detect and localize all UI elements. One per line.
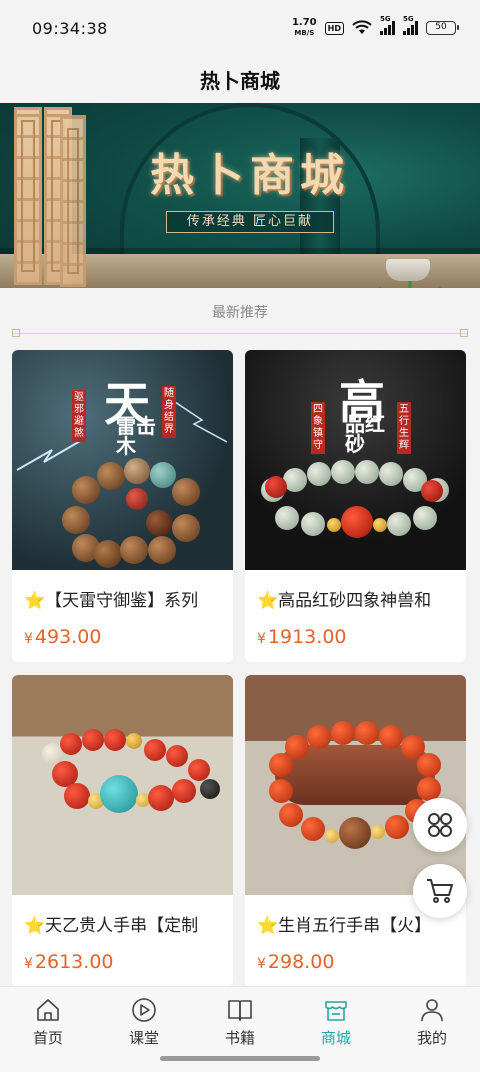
wifi-icon xyxy=(352,20,372,34)
net-speed: 1.70 MB/S xyxy=(292,18,317,38)
product-image[interactable] xyxy=(12,675,233,895)
price-value: 1913.00 xyxy=(267,626,347,648)
product-name[interactable]: ⭐【天雷守御鉴】系列 xyxy=(24,586,230,611)
app-header: 热卜商城 xyxy=(0,56,480,102)
art-sub-text: 品红砂 xyxy=(345,412,385,456)
book-icon xyxy=(228,1000,252,1021)
cart-icon xyxy=(427,879,453,903)
art-seal-left: 四象镇守 xyxy=(311,402,325,454)
art-seal-right: 随身结界 xyxy=(162,386,176,438)
signal-label-2: 5G xyxy=(403,15,414,23)
nav-label-classroom: 课堂 xyxy=(128,1029,159,1047)
product-name[interactable]: ⭐高品红砂四象神兽和 xyxy=(257,586,463,611)
product-card[interactable]: 高 品红砂 四象镇守 五行生辉 ⭐高品红砂四象神兽和 ¥1913.00 xyxy=(245,350,466,662)
hd-badge: HD xyxy=(324,21,344,35)
product-price: ¥493.00 xyxy=(24,626,101,648)
signal-icon-2: 5G xyxy=(403,15,418,35)
grid-icon xyxy=(428,813,452,837)
currency-symbol: ¥ xyxy=(24,631,33,647)
product-price: ¥1913.00 xyxy=(257,626,347,648)
product-price: ¥298.00 xyxy=(257,951,334,973)
net-speed-unit: MB/S xyxy=(294,29,315,37)
store-icon xyxy=(325,1001,347,1021)
product-image[interactable] xyxy=(245,675,466,895)
battery-icon: 50 xyxy=(426,21,459,35)
page-title: 热卜商城 xyxy=(200,68,280,93)
home-indicator xyxy=(160,1056,320,1061)
product-name[interactable]: ⭐天乙贵人手串【定制 xyxy=(24,911,230,936)
art-sub-text: 雷击木 xyxy=(116,414,156,458)
banner-screen-panel xyxy=(14,107,42,285)
currency-symbol: ¥ xyxy=(257,956,266,972)
section-title: 最新推荐 xyxy=(212,305,268,321)
banner-slogan: 传承经典 匠心巨献 xyxy=(166,211,334,233)
net-speed-value: 1.70 xyxy=(291,17,317,28)
product-card[interactable]: 天 雷击木 驱邪避煞 随身结界 ⭐【天雷守御鉴】系列 ¥493.00 xyxy=(12,350,233,662)
currency-symbol: ¥ xyxy=(24,956,33,972)
nav-item-home[interactable]: 首页 xyxy=(0,987,96,1072)
price-value: 298.00 xyxy=(267,951,335,973)
art-seal-left: 驱邪避煞 xyxy=(72,390,86,442)
art-seal-right: 五行生辉 xyxy=(397,402,411,454)
banner-screen-panel xyxy=(60,115,86,287)
product-card[interactable]: ⭐天乙贵人手串【定制 ¥2613.00 xyxy=(12,675,233,987)
status-icons: 1.70 MB/S HD 5G 5G 50 xyxy=(292,15,459,38)
price-value: 493.00 xyxy=(34,626,102,648)
nav-label-profile: 我的 xyxy=(416,1029,447,1047)
plant-pot xyxy=(386,259,430,281)
status-bar: 09:34:38 1.70 MB/S HD 5G 5G 50 xyxy=(0,0,480,56)
banner[interactable]: 热卜商城 传承经典 匠心巨献 xyxy=(0,103,480,288)
home-icon xyxy=(37,999,59,1021)
grid-fab-button[interactable] xyxy=(413,798,467,852)
section-divider xyxy=(12,329,468,337)
product-price: ¥2613.00 xyxy=(24,951,114,973)
user-icon xyxy=(421,999,443,1022)
currency-symbol: ¥ xyxy=(257,631,266,647)
signal-label-1: 5G xyxy=(380,15,391,23)
nav-label-books: 书籍 xyxy=(224,1029,255,1047)
nav-item-profile[interactable]: 我的 xyxy=(384,987,480,1072)
nav-label-home: 首页 xyxy=(32,1029,63,1047)
section-header: 最新推荐 xyxy=(12,302,468,337)
signal-icon-1: 5G xyxy=(380,15,395,35)
banner-title: 热卜商城 xyxy=(150,150,350,201)
status-time: 09:34:38 xyxy=(32,18,108,38)
product-image[interactable]: 高 品红砂 四象镇守 五行生辉 xyxy=(245,350,466,570)
play-icon xyxy=(132,998,156,1022)
price-value: 2613.00 xyxy=(34,951,114,973)
product-image[interactable]: 天 雷击木 驱邪避煞 随身结界 xyxy=(12,350,233,570)
cart-fab-button[interactable] xyxy=(413,864,467,918)
nav-label-store: 商城 xyxy=(320,1029,351,1047)
